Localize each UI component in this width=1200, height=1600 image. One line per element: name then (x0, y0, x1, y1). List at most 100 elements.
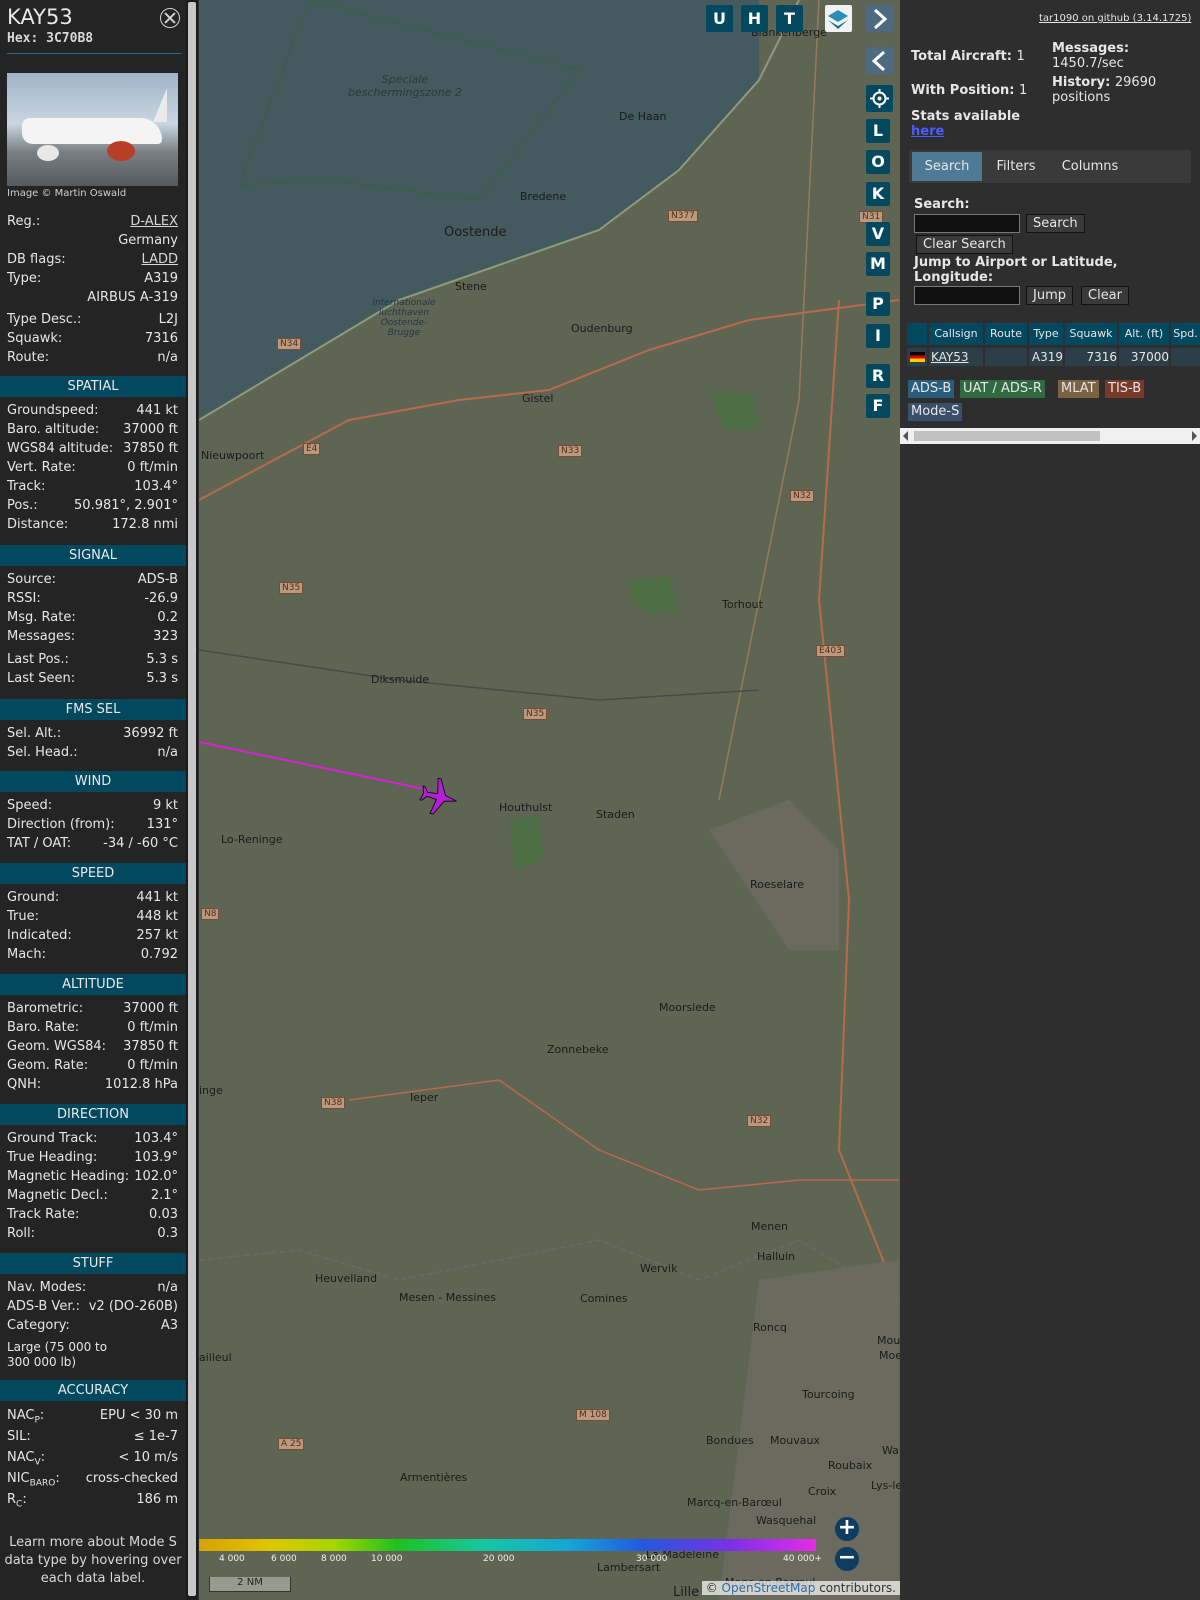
source-modes-badge[interactable]: Mode-S (908, 403, 963, 421)
spatial-row-label[interactable]: Track: (7, 479, 45, 494)
jump-button[interactable]: Jump (1026, 286, 1073, 305)
expand-right-button[interactable] (866, 5, 893, 32)
wind-row-label[interactable]: Speed: (7, 798, 52, 813)
toggle-t-button[interactable]: T (776, 5, 803, 32)
source-adsb-badge[interactable]: ADS-B (908, 380, 955, 398)
stuff-row-label[interactable]: Nav. Modes: (7, 1280, 86, 1295)
stuff-row-label[interactable]: Category: (7, 1318, 70, 1333)
spatial-row-label[interactable]: Baro. altitude: (7, 422, 99, 437)
col-callsign[interactable]: Callsign (929, 323, 983, 345)
tab-search[interactable]: Search (912, 152, 982, 181)
search-button[interactable]: Search (1026, 214, 1085, 233)
callsign-cell[interactable]: KAY53 (929, 348, 983, 366)
signal-row-label[interactable]: Source: (7, 572, 56, 587)
altitude-row-label[interactable]: Barometric: (7, 1001, 83, 1016)
accuracy-row-label[interactable]: SIL: (7, 1429, 31, 1444)
direction-row-label[interactable]: Ground Track: (7, 1131, 97, 1146)
toggle-v-button[interactable]: V (866, 222, 890, 246)
col-altitude[interactable]: Alt. (ft) (1119, 323, 1169, 345)
map-view[interactable]: Speciale beschermingszone 2 Internationa… (199, 0, 900, 1600)
accuracy-row-label-group[interactable]: NACP: (7, 1408, 44, 1426)
zoom-out-button[interactable]: − (835, 1547, 859, 1571)
speed-row-label[interactable]: Indicated: (7, 928, 72, 943)
aircraft-photo[interactable] (7, 73, 178, 186)
jump-input[interactable] (914, 286, 1020, 305)
wind-row-label[interactable]: TAT / OAT: (7, 836, 71, 851)
signal-row-label[interactable]: Msg. Rate: (7, 610, 76, 625)
tab-filters[interactable]: Filters (986, 152, 1046, 181)
version-link[interactable]: tar1090 on github (3.14.1725) (1039, 13, 1191, 24)
toggle-h-button[interactable]: H (741, 5, 768, 32)
signal-row-label[interactable]: RSSI: (7, 591, 41, 606)
collapse-left-button[interactable] (866, 47, 893, 74)
speed-row-label[interactable]: True: (7, 909, 39, 924)
sidebar-scrollbar[interactable] (186, 0, 198, 1600)
search-input[interactable] (914, 214, 1020, 233)
toggle-i-button[interactable]: I (866, 324, 890, 348)
accuracy-row-label-group[interactable]: SIL: (7, 1429, 31, 1447)
toggle-u-button[interactable]: U (706, 5, 733, 32)
altitude-row-label[interactable]: Baro. Rate: (7, 1020, 79, 1035)
attribution-link[interactable]: OpenStreetMap (722, 1581, 816, 1595)
scrollbar-thumb[interactable] (188, 2, 196, 1596)
scroll-right-icon[interactable] (1192, 431, 1197, 441)
table-horizontal-scrollbar[interactable] (900, 428, 1200, 444)
altitude-row-label[interactable]: Geom. Rate: (7, 1058, 88, 1073)
close-icon[interactable] (160, 8, 180, 28)
aircraft-marker-icon[interactable] (417, 775, 460, 818)
stuff-row-label[interactable]: ADS-B Ver.: (7, 1299, 80, 1314)
spatial-row-label[interactable]: Distance: (7, 517, 68, 532)
direction-row-label[interactable]: Magnetic Heading: (7, 1169, 129, 1184)
accuracy-row-label[interactable]: NIC (7, 1471, 30, 1486)
fms-row-label[interactable]: Sel. Head.: (7, 745, 78, 760)
spatial-row-label[interactable]: Vert. Rate: (7, 460, 76, 475)
source-mlat-badge[interactable]: MLAT (1058, 380, 1099, 398)
speed-row-label[interactable]: Mach: (7, 947, 46, 962)
accuracy-row-label-group[interactable]: NACV: (7, 1450, 45, 1468)
accuracy-row-label-group[interactable]: RC: (7, 1492, 27, 1510)
direction-row-label[interactable]: Magnetic Decl.: (7, 1188, 108, 1203)
scroll-left-icon[interactable] (903, 431, 908, 441)
db-flags-link[interactable]: LADD (142, 252, 178, 267)
spatial-row-label[interactable]: Groundspeed: (7, 403, 98, 418)
spatial-row-label[interactable]: WGS84 altitude: (7, 441, 113, 456)
source-uat-badge[interactable]: UAT / ADS-R (960, 380, 1045, 398)
accuracy-row-label[interactable]: NAC (7, 1408, 34, 1423)
col-type[interactable]: Type (1029, 323, 1063, 345)
settings-button[interactable] (866, 85, 893, 112)
direction-row-label[interactable]: Track Rate: (7, 1207, 79, 1222)
toggle-p-button[interactable]: P (866, 292, 890, 316)
col-flag[interactable] (907, 323, 927, 345)
toggle-m-button[interactable]: M (866, 252, 890, 276)
clear-search-button[interactable]: Clear Search (916, 235, 1013, 254)
col-route[interactable]: Route (985, 323, 1027, 345)
zoom-in-button[interactable]: + (835, 1517, 859, 1541)
col-speed[interactable]: Spd. (1171, 323, 1200, 345)
altitude-row-label[interactable]: Geom. WGS84: (7, 1039, 106, 1054)
toggle-k-button[interactable]: K (866, 182, 890, 206)
direction-row-label[interactable]: Roll: (7, 1226, 35, 1241)
signal-row-label[interactable]: Last Seen: (7, 671, 75, 686)
spatial-row-label[interactable]: Pos.: (7, 498, 38, 513)
toggle-f-button[interactable]: F (866, 394, 890, 418)
accuracy-row-label[interactable]: R (7, 1492, 16, 1507)
accuracy-row-label-group[interactable]: NICBARO: (7, 1471, 60, 1489)
reg-link[interactable]: D-ALEX (130, 214, 178, 229)
layers-button[interactable] (825, 5, 852, 32)
accuracy-row-label[interactable]: NAC (7, 1450, 34, 1465)
stats-link[interactable]: here (911, 124, 944, 139)
toggle-l-button[interactable]: L (866, 119, 890, 143)
fms-row-label[interactable]: Sel. Alt.: (7, 726, 61, 741)
toggle-o-button[interactable]: O (866, 150, 890, 174)
wind-row-label[interactable]: Direction (from): (7, 817, 115, 832)
signal-row-label[interactable]: Messages: (7, 629, 75, 644)
tab-columns[interactable]: Columns (1050, 152, 1130, 181)
signal-row-label[interactable]: Last Pos.: (7, 652, 69, 667)
toggle-r-button[interactable]: R (866, 364, 890, 388)
clear-jump-button[interactable]: Clear (1081, 286, 1129, 305)
speed-row-label[interactable]: Ground: (7, 890, 59, 905)
altitude-row-label[interactable]: QNH: (7, 1077, 41, 1092)
scrollbar-thumb[interactable] (914, 431, 1100, 441)
col-squawk[interactable]: Squawk (1065, 323, 1117, 345)
direction-row-label[interactable]: True Heading: (7, 1150, 97, 1165)
